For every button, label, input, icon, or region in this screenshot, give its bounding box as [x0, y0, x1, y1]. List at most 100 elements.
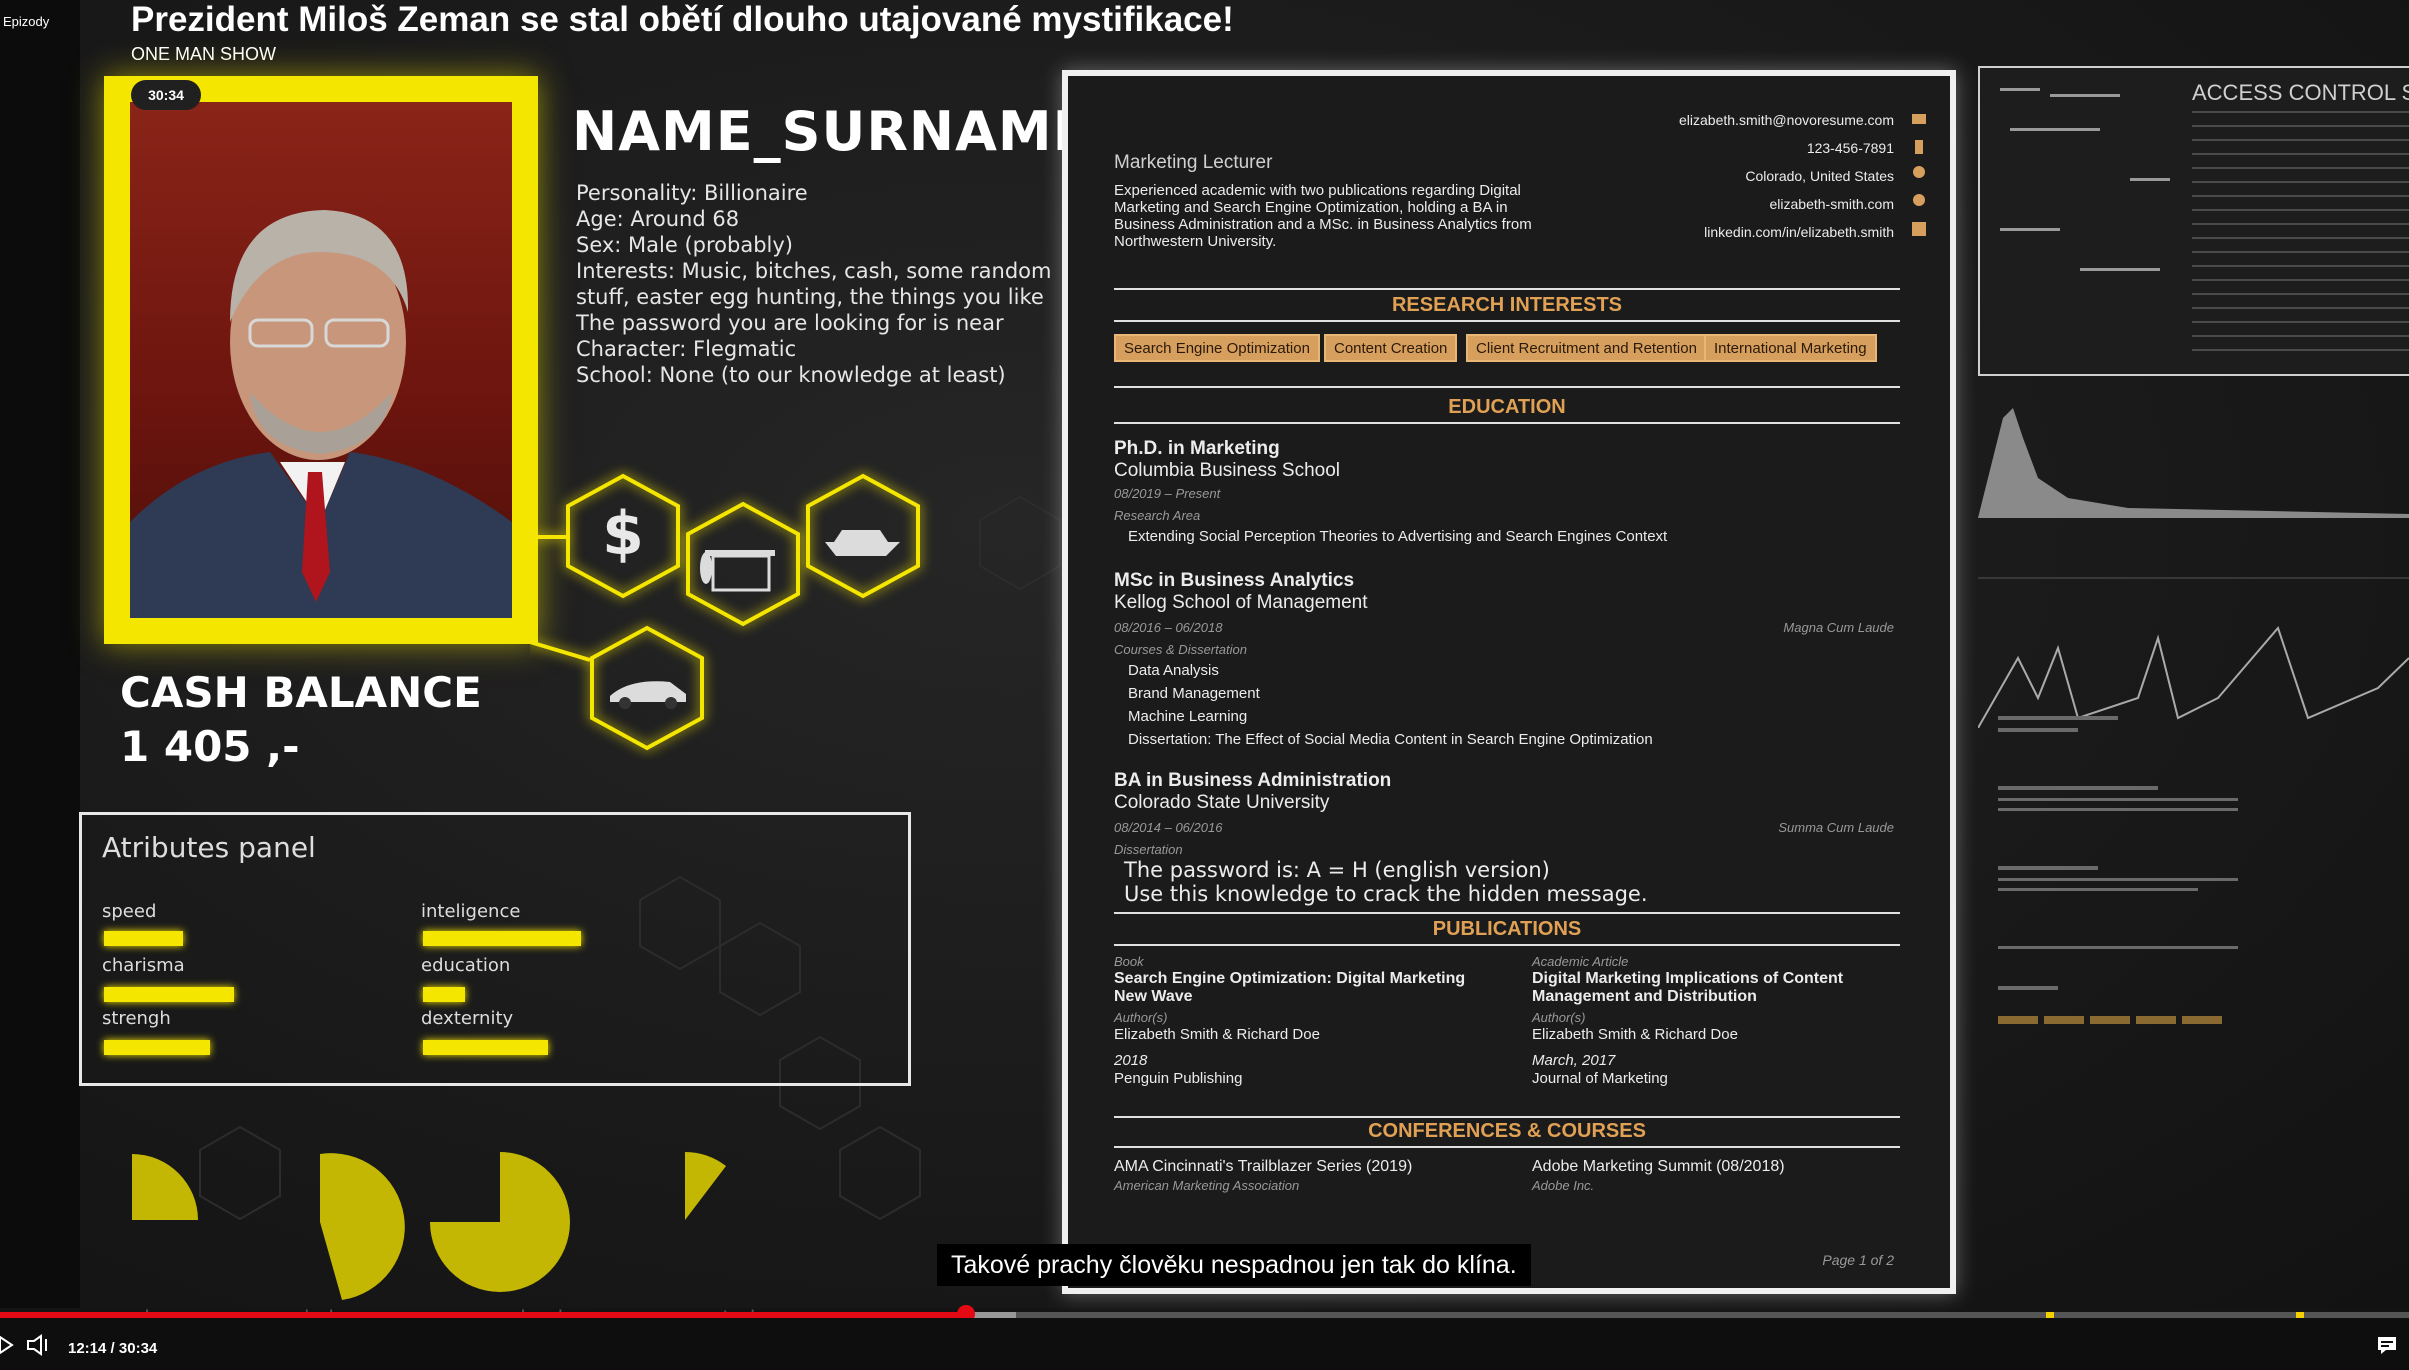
phd-area: Extending Social Perception Theories to … — [1128, 528, 1668, 545]
pie-shape-3 — [430, 1152, 570, 1292]
info-line: Character: Flegmatic — [576, 337, 797, 361]
episodes-sidebar[interactable]: Epizody — [0, 0, 80, 1308]
pub-authors-label: Author(s) — [1532, 1010, 1586, 1025]
ba-dates: 08/2014 – 06/2016 — [1114, 820, 1223, 835]
attribute-bar — [423, 987, 465, 1002]
total-time: 30:34 — [118, 1340, 158, 1357]
resume-summary: Experienced academic with two publicatio… — [1114, 182, 1532, 250]
phd-dates: 08/2019 – Present — [1114, 486, 1221, 501]
interest-tag: Search Engine Optimization — [1114, 334, 1320, 362]
pub-year: 2018 — [1114, 1052, 1148, 1069]
pub-title[interactable]: New Wave — [1114, 988, 1193, 1006]
interest-tag: International Marketing — [1704, 334, 1877, 362]
contact-website: elizabeth-smith.com — [1769, 196, 1895, 212]
man-portrait-image — [130, 210, 512, 618]
player-controls: 12:14 / 30:34 — [0, 1318, 2409, 1370]
info-line: The password you are looking for is near — [576, 311, 1004, 335]
phone-icon — [1915, 140, 1923, 154]
attribute-bar — [104, 1040, 210, 1055]
pub-title[interactable]: Digital Marketing Implications of Conten… — [1532, 970, 1843, 988]
pub-publisher: Journal of Marketing — [1532, 1070, 1668, 1087]
phd-degree: Ph.D. in Marketing — [1114, 438, 1280, 459]
volume-icon[interactable] — [26, 1334, 52, 1356]
msc-school: Kellog School of Management — [1114, 592, 1368, 613]
episode-title: Prezident Miloš Zeman se stal obětí dlou… — [131, 0, 1234, 39]
pie-shapes — [132, 1152, 726, 1300]
access-control-screen: ACCESS CONTROL SCR — [1978, 66, 2409, 376]
attributes-panel: Atributes panel speed inteligence charis… — [79, 812, 911, 1086]
contact-phone: 123-456-7891 — [1806, 140, 1894, 156]
time-separator: / — [110, 1340, 115, 1357]
pub-title[interactable]: Management and Distribution — [1532, 988, 1757, 1006]
location-icon — [1913, 166, 1925, 178]
duration-badge: 30:34 — [131, 80, 201, 110]
ba-dissertation-label: Dissertation — [1114, 842, 1183, 857]
attribute-bar — [423, 931, 581, 946]
episodes-label[interactable]: Epizody — [3, 14, 49, 29]
interest-tag: Client Recruitment and Retention — [1466, 334, 1707, 362]
sports-car-icon — [610, 681, 686, 709]
linkedin-icon — [1912, 222, 1926, 236]
conferences-heading: CONFERENCES & COURSES — [1368, 1120, 1646, 1142]
time-readout: 12:14 / 30:34 — [68, 1340, 157, 1357]
conference-name: AMA Cincinnati's Trailblazer Series (201… — [1114, 1158, 1413, 1175]
pub-authors: Elizabeth Smith & Richard Doe — [1114, 1026, 1320, 1043]
pub-kind: Academic Article — [1532, 954, 1629, 969]
interest-tag: Content Creation — [1324, 334, 1458, 362]
current-time: 12:14 — [68, 1340, 107, 1357]
portrait-photo — [130, 102, 512, 618]
attribute-label: dexternity — [421, 1008, 514, 1029]
education-heading: EDUCATION — [1448, 396, 1566, 418]
pub-kind: Book — [1114, 954, 1144, 969]
portrait-frame — [104, 76, 538, 644]
pub-authors-label: Author(s) — [1114, 1010, 1168, 1025]
contact-email: elizabeth.smith@novoresume.com — [1679, 112, 1894, 128]
ba-degree: BA in Business Administration — [1114, 770, 1392, 791]
phd-area-label: Research Area — [1114, 508, 1201, 523]
pie-shape-4 — [685, 1152, 726, 1220]
right-monitor-panels: ACCESS CONTROL SCR — [1978, 66, 2409, 1286]
pie-shape-2 — [320, 1153, 405, 1300]
contact-icons — [1912, 114, 1926, 236]
attribute-label: inteligence — [421, 901, 521, 922]
info-line: Interests: Music, bitches, cash, some ra… — [576, 259, 1052, 283]
resume-role: Marketing Lecturer — [1114, 152, 1273, 173]
cash-balance-value: 1 405 ,- — [120, 722, 300, 771]
play-icon[interactable] — [0, 1336, 14, 1354]
msc-course: Brand Management — [1128, 685, 1260, 702]
phd-school: Columbia Business School — [1114, 460, 1341, 481]
asset-hexagons: $ — [530, 473, 920, 751]
activity-charts — [1978, 408, 2409, 728]
mini-resume-preview — [1998, 716, 2238, 1024]
info-line: Sex: Male (probably) — [576, 233, 794, 257]
msc-courses-label: Courses & Dissertation — [1114, 642, 1247, 657]
profile-info: Personality: Billionaire Age: Around 68 … — [576, 180, 1052, 388]
research-heading: RESEARCH INTERESTS — [1391, 294, 1623, 316]
attribute-label: strengh — [102, 1008, 171, 1029]
conference-name: Adobe Marketing Summit (08/2018) — [1532, 1158, 1785, 1175]
resume-document: elizabeth.smith@novoresume.com 123-456-7… — [1062, 70, 1956, 1294]
access-control-table — [2000, 88, 2409, 351]
info-line: School: None (to our knowledge at least) — [576, 363, 1006, 387]
attribute-label: education — [421, 955, 511, 976]
pub-authors: Elizabeth Smith & Richard Doe — [1532, 1026, 1738, 1043]
subtitles-icon[interactable] — [2377, 1336, 2397, 1354]
ba-school: Colorado State University — [1114, 792, 1330, 813]
attribute-label: speed — [102, 901, 157, 922]
contact-location: Colorado, United States — [1745, 168, 1894, 184]
msc-honor: Magna Cum Laude — [1783, 620, 1894, 635]
msc-degree: MSc in Business Analytics — [1114, 570, 1355, 591]
password-hint-2: Use this knowledge to crack the hidden m… — [1124, 882, 1648, 906]
pub-publisher: Penguin Publishing — [1114, 1070, 1243, 1087]
web-icon — [1913, 194, 1925, 206]
yacht-icon — [825, 530, 900, 556]
pub-title[interactable]: Search Engine Optimization: Digital Mark… — [1114, 970, 1465, 988]
show-name: ONE MAN SHOW — [131, 44, 277, 64]
conference-org: Adobe Inc. — [1532, 1178, 1595, 1193]
attribute-bar — [423, 1040, 548, 1055]
house-icon — [700, 550, 775, 592]
info-line: stuff, easter egg hunting, the things yo… — [576, 285, 1044, 309]
mail-icon — [1912, 114, 1926, 124]
msc-dates: 08/2016 – 06/2018 — [1114, 620, 1223, 635]
pie-shape-1 — [132, 1154, 198, 1220]
